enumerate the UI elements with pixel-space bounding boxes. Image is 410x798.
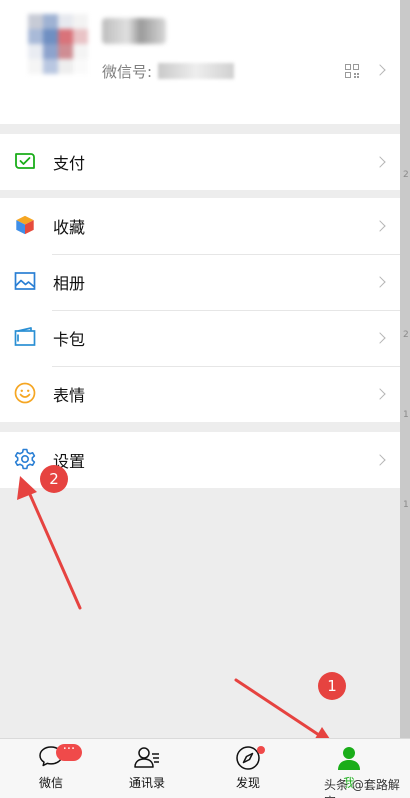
menu-label-album: 相册 bbox=[53, 274, 86, 293]
wallet-check-icon bbox=[15, 153, 35, 169]
nickname-blurred bbox=[102, 18, 166, 44]
contacts-icon bbox=[134, 747, 159, 768]
menu-label-pay: 支付 bbox=[53, 154, 86, 173]
chevron-right-icon bbox=[374, 388, 386, 400]
tab-label-contacts: 通讯录 bbox=[128, 776, 165, 790]
services-group: 收藏 相册 卡包 表情 bbox=[0, 198, 400, 422]
menu-item-pay[interactable]: 支付 bbox=[0, 134, 400, 190]
chevron-right-icon bbox=[374, 64, 386, 76]
menu-item-stickers[interactable]: 表情 bbox=[0, 366, 400, 422]
chevron-right-icon bbox=[374, 220, 386, 232]
background-screen-edge: 2211 bbox=[400, 0, 410, 798]
qr-code-icon[interactable] bbox=[345, 64, 359, 78]
menu-item-album[interactable]: 相册 bbox=[0, 254, 400, 310]
menu-item-cards[interactable]: 卡包 bbox=[0, 310, 400, 366]
cube-icon bbox=[15, 215, 35, 235]
tab-label-discover: 发现 bbox=[235, 776, 260, 790]
gear-icon bbox=[14, 448, 36, 470]
chevron-right-icon bbox=[374, 454, 386, 466]
unread-badge: ··· bbox=[56, 743, 82, 761]
person-icon bbox=[338, 747, 360, 770]
chevron-right-icon bbox=[374, 276, 386, 288]
discover-notification-dot bbox=[257, 746, 265, 754]
profile-card[interactable]: 微信号: bbox=[0, 0, 400, 124]
tab-discover[interactable]: 发现 bbox=[197, 739, 299, 798]
menu-label-favorites: 收藏 bbox=[53, 218, 86, 237]
smiley-icon bbox=[14, 382, 36, 404]
pay-group: 支付 bbox=[0, 134, 400, 190]
chevron-right-icon bbox=[374, 156, 386, 168]
wechat-id-row: 微信号: bbox=[102, 60, 235, 82]
wechat-id-label: 微信号: bbox=[102, 62, 153, 81]
annotation-step-2: 2 bbox=[40, 465, 68, 493]
menu-item-favorites[interactable]: 收藏 bbox=[0, 198, 400, 254]
tab-contacts[interactable]: 通讯录 bbox=[96, 739, 198, 798]
chevron-right-icon bbox=[374, 332, 386, 344]
tab-label-chats: 微信 bbox=[38, 776, 63, 790]
image-icon bbox=[14, 272, 36, 290]
menu-label-cards: 卡包 bbox=[53, 330, 86, 349]
tab-chats[interactable]: ··· 微信 bbox=[0, 739, 102, 798]
card-wallet-icon bbox=[14, 327, 36, 346]
menu-label-stickers: 表情 bbox=[53, 386, 86, 405]
annotation-step-1: 1 bbox=[318, 672, 346, 700]
avatar[interactable] bbox=[28, 14, 88, 74]
wechat-id-blurred bbox=[158, 63, 235, 79]
watermark: 头条 @套路解密 bbox=[324, 778, 400, 798]
